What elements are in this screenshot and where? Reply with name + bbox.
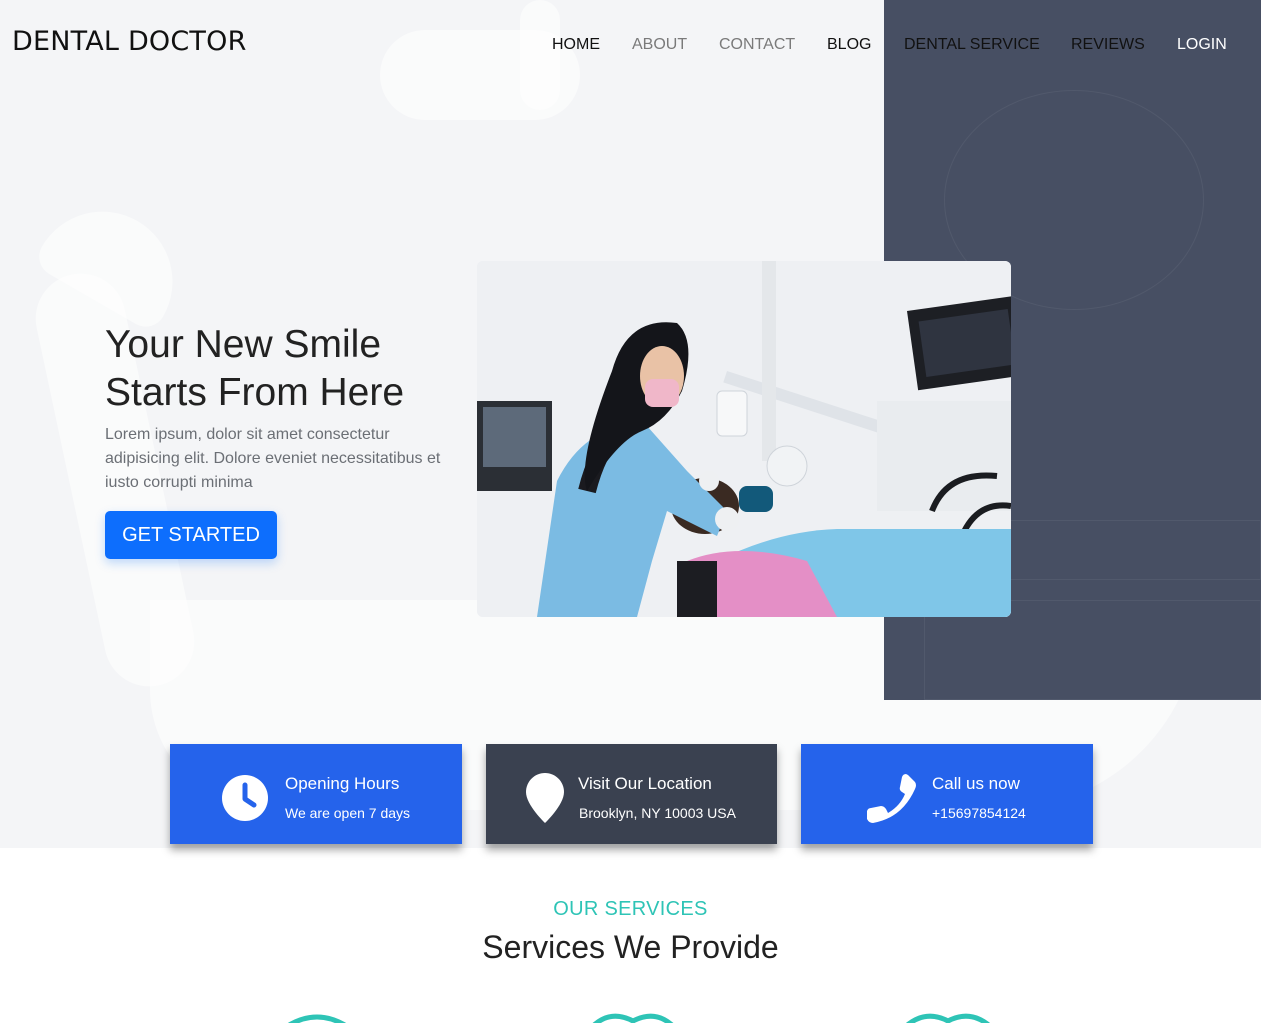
tooth-icon	[588, 1013, 678, 1023]
nav-dental-service[interactable]: DENTAL SERVICE	[904, 36, 1040, 54]
nav-blog[interactable]: BLOG	[827, 36, 871, 54]
get-started-button[interactable]: GET STARTED	[105, 511, 277, 559]
hero-description: Lorem ipsum, dolor sit amet consectetur …	[105, 426, 441, 491]
dentist-treating-patient-illustration	[477, 261, 1011, 617]
info-title: Call us now	[932, 774, 1020, 793]
services-title: Services We Provide	[482, 929, 779, 965]
nav-reviews[interactable]: REVIEWS	[1071, 36, 1145, 54]
nav-contact[interactable]: CONTACT	[719, 36, 795, 54]
phone-icon	[867, 773, 917, 828]
tooth-icon	[282, 1013, 352, 1023]
info-opening-hours: Opening Hours We are open 7 days	[170, 744, 462, 844]
hero-photo	[477, 261, 1011, 617]
nav-login[interactable]: LOGIN	[1177, 36, 1227, 54]
main-nav: HOME ABOUT CONTACT BLOG DENTAL SERVICE R…	[0, 36, 1261, 56]
info-location: Visit Our Location Brooklyn, NY 10003 US…	[486, 744, 777, 844]
nav-about[interactable]: ABOUT	[632, 36, 687, 54]
info-title: Opening Hours	[285, 774, 400, 793]
hero-dark-shelf	[1004, 520, 1261, 580]
nav-home[interactable]: HOME	[552, 36, 600, 54]
info-subtitle: +15697854124	[932, 805, 1026, 821]
info-call: Call us now +15697854124	[801, 744, 1093, 844]
clock-icon	[221, 774, 269, 827]
tooth-icon	[901, 1013, 995, 1023]
info-title: Visit Our Location	[578, 774, 712, 793]
info-subtitle: We are open 7 days	[285, 805, 411, 821]
info-subtitle: Brooklyn, NY 10003 USA	[579, 805, 736, 821]
services-kicker: OUR SERVICES	[553, 898, 708, 920]
hero-title: Your New Smile Starts From Here	[105, 323, 405, 414]
location-pin-icon	[526, 773, 564, 828]
